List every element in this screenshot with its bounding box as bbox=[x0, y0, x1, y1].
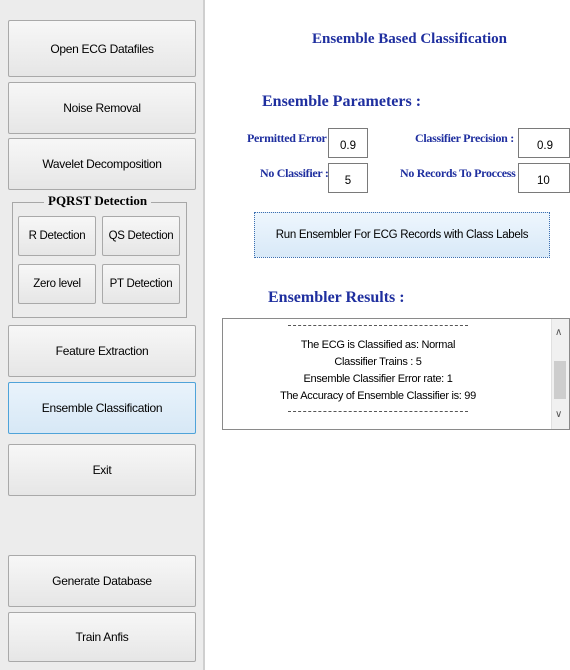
ensemble-parameters-heading: Ensemble Parameters : bbox=[262, 93, 422, 110]
run-ensembler-button[interactable]: Run Ensembler For ECG Records with Class… bbox=[254, 212, 550, 258]
results-textbox[interactable]: The ECG is Classified as: Normal Classif… bbox=[222, 318, 570, 430]
left-panel: Open ECG Datafiles Noise Removal Wavelet… bbox=[0, 0, 205, 670]
scroll-thumb[interactable] bbox=[554, 361, 566, 399]
results-scrollbar[interactable]: ∧ ∨ bbox=[551, 319, 569, 429]
feature-extraction-button[interactable]: Feature Extraction bbox=[8, 325, 196, 377]
classifier-precision-label: Classifier Precision : bbox=[415, 131, 514, 145]
no-records-label: No Records To Proccess : bbox=[400, 166, 522, 180]
zero-level-button[interactable]: Zero level bbox=[18, 264, 96, 304]
no-records-field[interactable]: 10 bbox=[518, 163, 570, 193]
permitted-error-label: Permitted Error : bbox=[247, 131, 333, 145]
wavelet-decomposition-button[interactable]: Wavelet Decomposition bbox=[8, 138, 196, 190]
r-detection-button[interactable]: R Detection bbox=[18, 216, 96, 256]
classifier-precision-field[interactable]: 0.9 bbox=[518, 128, 570, 158]
permitted-error-field[interactable]: 0.9 bbox=[328, 128, 368, 158]
results-trains-line: Classifier Trains : 5 bbox=[334, 356, 422, 368]
results-divider-bottom bbox=[288, 411, 468, 412]
ensemble-classification-button[interactable]: Ensemble Classification bbox=[8, 382, 196, 434]
exit-button[interactable]: Exit bbox=[8, 444, 196, 496]
scroll-up-arrow-icon[interactable]: ∧ bbox=[555, 327, 562, 338]
results-error-rate-line: Ensemble Classifier Error rate: 1 bbox=[303, 373, 453, 385]
pqrst-detection-title: PQRST Detection bbox=[44, 193, 152, 209]
pt-detection-button[interactable]: PT Detection bbox=[102, 264, 180, 304]
no-classifier-label: No Classifier : bbox=[260, 166, 329, 180]
ensembler-results-heading: Ensembler Results : bbox=[268, 289, 405, 306]
page-title: Ensemble Based Classification bbox=[312, 31, 508, 47]
results-classified-line: The ECG is Classified as: Normal bbox=[300, 339, 456, 351]
generate-database-button[interactable]: Generate Database bbox=[8, 555, 196, 607]
results-divider-top bbox=[288, 325, 468, 326]
open-ecg-datafiles-button[interactable]: Open ECG Datafiles bbox=[8, 20, 196, 77]
results-accuracy-line: The Accuracy of Ensemble Classifier is: … bbox=[280, 390, 476, 402]
scroll-down-arrow-icon[interactable]: ∨ bbox=[555, 409, 562, 420]
no-classifier-field[interactable]: 5 bbox=[328, 163, 368, 193]
noise-removal-button[interactable]: Noise Removal bbox=[8, 82, 196, 134]
train-anfis-button[interactable]: Train Anfis bbox=[8, 612, 196, 662]
qs-detection-button[interactable]: QS Detection bbox=[102, 216, 180, 256]
